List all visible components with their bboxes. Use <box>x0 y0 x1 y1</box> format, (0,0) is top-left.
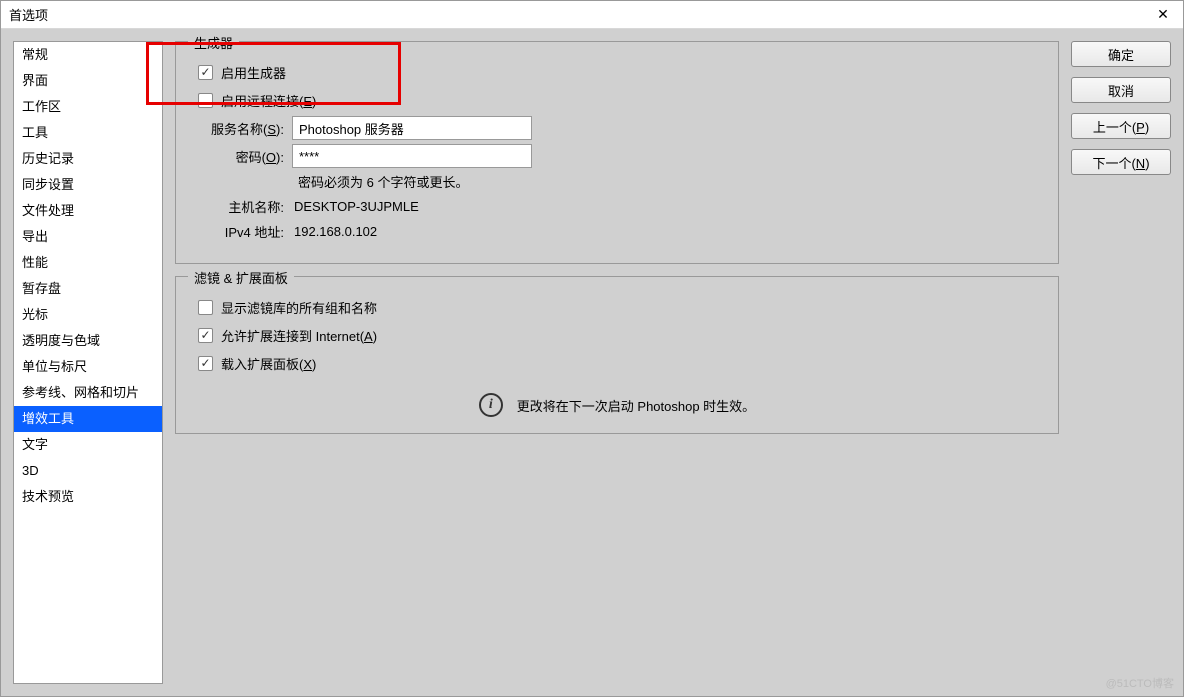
password-input[interactable] <box>292 144 532 168</box>
sidebar-item[interactable]: 界面 <box>14 68 162 94</box>
allow-internet-label: 允许扩展连接到 Internet(A) <box>221 326 377 345</box>
sidebar-item[interactable]: 同步设置 <box>14 172 162 198</box>
preferences-window: 首选项 ✕ 常规界面工作区工具历史记录同步设置文件处理导出性能暂存盘光标透明度与… <box>0 0 1184 697</box>
sidebar-item[interactable]: 历史记录 <box>14 146 162 172</box>
password-hint: 密码必须为 6 个字符或更长。 <box>298 172 1042 191</box>
hostname-row: 主机名称: DESKTOP-3UJPMLE <box>192 197 1042 216</box>
load-panels-checkbox[interactable] <box>198 356 213 371</box>
generator-legend: 生成器 <box>188 33 239 52</box>
watermark: @51CTO博客 <box>1106 675 1174 691</box>
sidebar-item[interactable]: 单位与标尺 <box>14 354 162 380</box>
info-row: i 更改将在下一次启动 Photoshop 时生效。 <box>192 393 1042 417</box>
info-text: 更改将在下一次启动 Photoshop 时生效。 <box>517 396 755 415</box>
enable-generator-label: 启用生成器 <box>221 63 286 82</box>
enable-remote-label: 启用远程连接(E) <box>221 91 316 110</box>
cancel-button[interactable]: 取消 <box>1071 77 1171 103</box>
prev-button[interactable]: 上一个(P) <box>1071 113 1171 139</box>
next-button[interactable]: 下一个(N) <box>1071 149 1171 175</box>
extensions-fieldset: 滤镜 & 扩展面板 显示滤镜库的所有组和名称 允许扩展连接到 Internet(… <box>175 276 1059 434</box>
load-panels-row[interactable]: 载入扩展面板(X) <box>198 351 1042 375</box>
show-all-filters-row[interactable]: 显示滤镜库的所有组和名称 <box>198 295 1042 319</box>
enable-remote-checkbox[interactable] <box>198 93 213 108</box>
sidebar-item[interactable]: 性能 <box>14 250 162 276</box>
service-name-input[interactable] <box>292 116 532 140</box>
ok-button[interactable]: 确定 <box>1071 41 1171 67</box>
show-all-filters-label: 显示滤镜库的所有组和名称 <box>221 298 377 317</box>
ipv4-row: IPv4 地址: 192.168.0.102 <box>192 222 1042 241</box>
service-name-row: 服务名称(S): <box>192 116 1042 140</box>
titlebar: 首选项 ✕ <box>1 1 1183 29</box>
ipv4-label: IPv4 地址: <box>192 222 284 241</box>
dialog-body: 常规界面工作区工具历史记录同步设置文件处理导出性能暂存盘光标透明度与色域单位与标… <box>1 29 1183 696</box>
password-row: 密码(O): <box>192 144 1042 168</box>
sidebar-item[interactable]: 文件处理 <box>14 198 162 224</box>
hostname-label: 主机名称: <box>192 197 284 216</box>
password-label: 密码(O): <box>192 147 284 166</box>
enable-generator-checkbox[interactable] <box>198 65 213 80</box>
sidebar: 常规界面工作区工具历史记录同步设置文件处理导出性能暂存盘光标透明度与色域单位与标… <box>13 41 163 684</box>
sidebar-item[interactable]: 参考线、网格和切片 <box>14 380 162 406</box>
sidebar-item[interactable]: 导出 <box>14 224 162 250</box>
sidebar-item[interactable]: 常规 <box>14 42 162 68</box>
service-name-label: 服务名称(S): <box>192 119 284 138</box>
allow-internet-checkbox[interactable] <box>198 328 213 343</box>
extensions-legend: 滤镜 & 扩展面板 <box>188 268 294 287</box>
load-panels-label: 载入扩展面板(X) <box>221 354 316 373</box>
close-icon[interactable]: ✕ <box>1151 3 1175 27</box>
allow-internet-row[interactable]: 允许扩展连接到 Internet(A) <box>198 323 1042 347</box>
show-all-filters-checkbox[interactable] <box>198 300 213 315</box>
hostname-value: DESKTOP-3UJPMLE <box>294 199 419 214</box>
sidebar-item[interactable]: 光标 <box>14 302 162 328</box>
enable-remote-row[interactable]: 启用远程连接(E) <box>198 88 1042 112</box>
info-icon: i <box>479 393 503 417</box>
sidebar-item[interactable]: 增效工具 <box>14 406 162 432</box>
main-panel: 生成器 启用生成器 启用远程连接(E) 服务名称(S): <box>175 41 1059 684</box>
sidebar-item[interactable]: 透明度与色域 <box>14 328 162 354</box>
sidebar-item[interactable]: 文字 <box>14 432 162 458</box>
sidebar-item[interactable]: 工具 <box>14 120 162 146</box>
sidebar-item[interactable]: 工作区 <box>14 94 162 120</box>
enable-generator-row[interactable]: 启用生成器 <box>198 60 1042 84</box>
ipv4-value: 192.168.0.102 <box>294 224 377 239</box>
button-column: 确定 取消 上一个(P) 下一个(N) <box>1071 41 1171 684</box>
generator-fieldset: 生成器 启用生成器 启用远程连接(E) 服务名称(S): <box>175 41 1059 264</box>
sidebar-item[interactable]: 暂存盘 <box>14 276 162 302</box>
window-title: 首选项 <box>9 5 48 24</box>
sidebar-item[interactable]: 技术预览 <box>14 484 162 510</box>
sidebar-item[interactable]: 3D <box>14 458 162 484</box>
